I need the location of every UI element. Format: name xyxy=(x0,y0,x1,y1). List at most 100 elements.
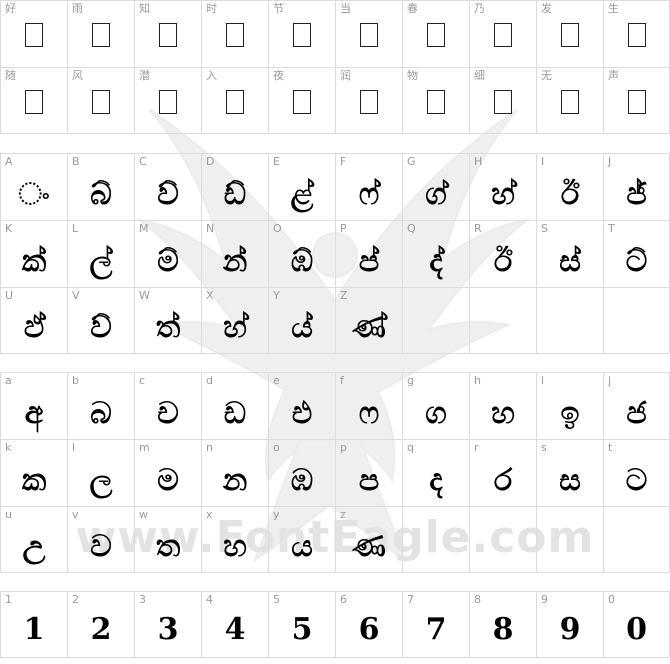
missing-glyph-box-icon xyxy=(427,90,445,114)
glyph-cell: fෆ xyxy=(335,372,402,439)
cell-key-label: 节 xyxy=(273,2,284,15)
glyph-cell: pප xyxy=(335,439,402,506)
chinese-char-cell: 生 xyxy=(603,0,670,67)
glyph-cell: hහ xyxy=(469,372,536,439)
glyph-cell: lල xyxy=(67,439,134,506)
glyph-cell: kක xyxy=(0,439,67,506)
glyph-cell: rර xyxy=(469,439,536,506)
glyph-cell xyxy=(469,287,536,354)
sinhala-glyph: ජ් xyxy=(626,177,647,212)
glyph-cell: yය xyxy=(268,506,335,573)
sinhala-glyph: හ් xyxy=(491,177,515,212)
cell-key-label: K xyxy=(5,222,13,235)
missing-glyph-box-icon xyxy=(226,23,244,47)
chinese-char-cell: 声 xyxy=(603,67,670,134)
cell-key-label: J xyxy=(608,155,612,168)
sinhala-glyph: ත xyxy=(155,529,181,564)
cell-key-label: j xyxy=(608,374,612,387)
sinhala-glyph: ල් xyxy=(89,244,113,279)
glyph-cell: iඉ xyxy=(536,372,603,439)
sinhala-glyph: එ xyxy=(291,396,313,431)
sinhala-glyph: හ් xyxy=(223,310,247,345)
missing-glyph-box-icon xyxy=(427,23,445,47)
cell-key-label: U xyxy=(5,289,14,302)
numeral-glyph: 8 xyxy=(492,612,514,647)
sinhala-glyph: ම් xyxy=(157,244,179,279)
glyph-cell: Aං xyxy=(0,153,67,220)
numeral-cell: 11 xyxy=(0,591,67,658)
glyph-cell xyxy=(603,506,670,573)
cell-key-label: f xyxy=(340,374,344,387)
numeral-cell: 66 xyxy=(335,591,402,658)
cell-key-label: 春 xyxy=(407,2,418,15)
glyph-cell: sස xyxy=(536,439,603,506)
cell-key-label: A xyxy=(5,155,13,168)
numeral-glyph: 3 xyxy=(157,612,179,647)
sinhala-glyph: ඩ xyxy=(223,396,247,431)
glyph-cell: J ජ් xyxy=(603,153,670,220)
glyph-row: kකlලmමnනoඹpපqදrරsසtට xyxy=(0,439,670,506)
cell-key-label: Y xyxy=(273,289,280,302)
missing-glyph-box-icon xyxy=(226,90,244,114)
glyph-cell xyxy=(536,506,603,573)
sinhala-glyph: ර xyxy=(493,463,513,498)
glyph-cell: H හ් xyxy=(469,153,536,220)
cell-key-label: 5 xyxy=(273,593,280,606)
glyph-cell: W ත් xyxy=(134,287,201,354)
sinhala-glyph: ග xyxy=(425,396,447,431)
sinhala-glyph: ත් xyxy=(155,310,181,345)
cell-key-label: N xyxy=(206,222,215,235)
glyph-cell: F ෆ් xyxy=(335,153,402,220)
cell-key-label: 1 xyxy=(5,593,12,606)
cell-key-label: y xyxy=(273,508,280,521)
sinhala-glyph: ණ xyxy=(352,529,386,564)
chinese-char-cell: 好 xyxy=(0,0,67,67)
sinhala-glyph: ඵ් xyxy=(23,310,45,345)
sinhala-glyph: ඊ xyxy=(493,244,513,279)
sinhala-glyph: හ xyxy=(491,396,515,431)
cell-key-label: 随 xyxy=(5,69,16,82)
cell-key-label: W xyxy=(139,289,150,302)
sinhala-glyph: ග් xyxy=(425,177,447,212)
cell-key-label: P xyxy=(340,222,347,235)
missing-glyph-box-icon xyxy=(25,23,43,47)
cell-key-label: m xyxy=(139,441,150,454)
glyph-cell: nන xyxy=(201,439,268,506)
missing-glyph-box-icon xyxy=(494,90,512,114)
cell-key-label: B xyxy=(72,155,80,168)
cell-key-label: 细 xyxy=(474,69,485,82)
numeral-glyph-grid: 11223344556677889900 xyxy=(0,591,670,658)
cell-key-label: 夜 xyxy=(273,69,284,82)
numeral-cell: 22 xyxy=(67,591,134,658)
glyph-cell: aඅ xyxy=(0,372,67,439)
sinhala-glyph: අ xyxy=(24,396,44,431)
sinhala-glyph: ය් xyxy=(291,310,313,345)
glyph-cell: K ක් xyxy=(0,220,67,287)
cell-key-label: Q xyxy=(407,222,416,235)
cell-key-label: V xyxy=(72,289,80,302)
sinhala-glyph: ව් xyxy=(157,177,179,212)
lowercase-glyph-grid: aඅbබcචdඩeඑfෆgගhහiඉjජkකlලmමnනoඹpපqදrරsසtට… xyxy=(0,372,670,573)
sinhala-glyph: ප xyxy=(358,463,380,498)
glyph-cell: tට xyxy=(603,439,670,506)
cell-key-label: v xyxy=(72,508,79,521)
glyph-cell: Iඊ xyxy=(536,153,603,220)
glyph-cell xyxy=(536,287,603,354)
chinese-char-cell: 随 xyxy=(0,67,67,134)
cell-key-label: h xyxy=(474,374,481,387)
glyph-cell xyxy=(402,506,469,573)
cell-key-label: D xyxy=(206,155,215,168)
cell-key-label: n xyxy=(206,441,213,454)
chinese-char-cell: 乃 xyxy=(469,0,536,67)
glyph-cell: wත xyxy=(134,506,201,573)
missing-glyph-box-icon xyxy=(293,23,311,47)
sinhala-glyph: ස xyxy=(559,463,581,498)
sinhala-glyph: ප් xyxy=(358,244,380,279)
glyph-cell: X හ් xyxy=(201,287,268,354)
glyph-cell: M ම් xyxy=(134,220,201,287)
cell-key-label: 当 xyxy=(340,2,351,15)
missing-glyph-box-icon xyxy=(159,90,177,114)
chinese-char-cell: 物 xyxy=(402,67,469,134)
cell-key-label: 入 xyxy=(206,69,217,82)
numeral-glyph: 7 xyxy=(425,612,447,647)
